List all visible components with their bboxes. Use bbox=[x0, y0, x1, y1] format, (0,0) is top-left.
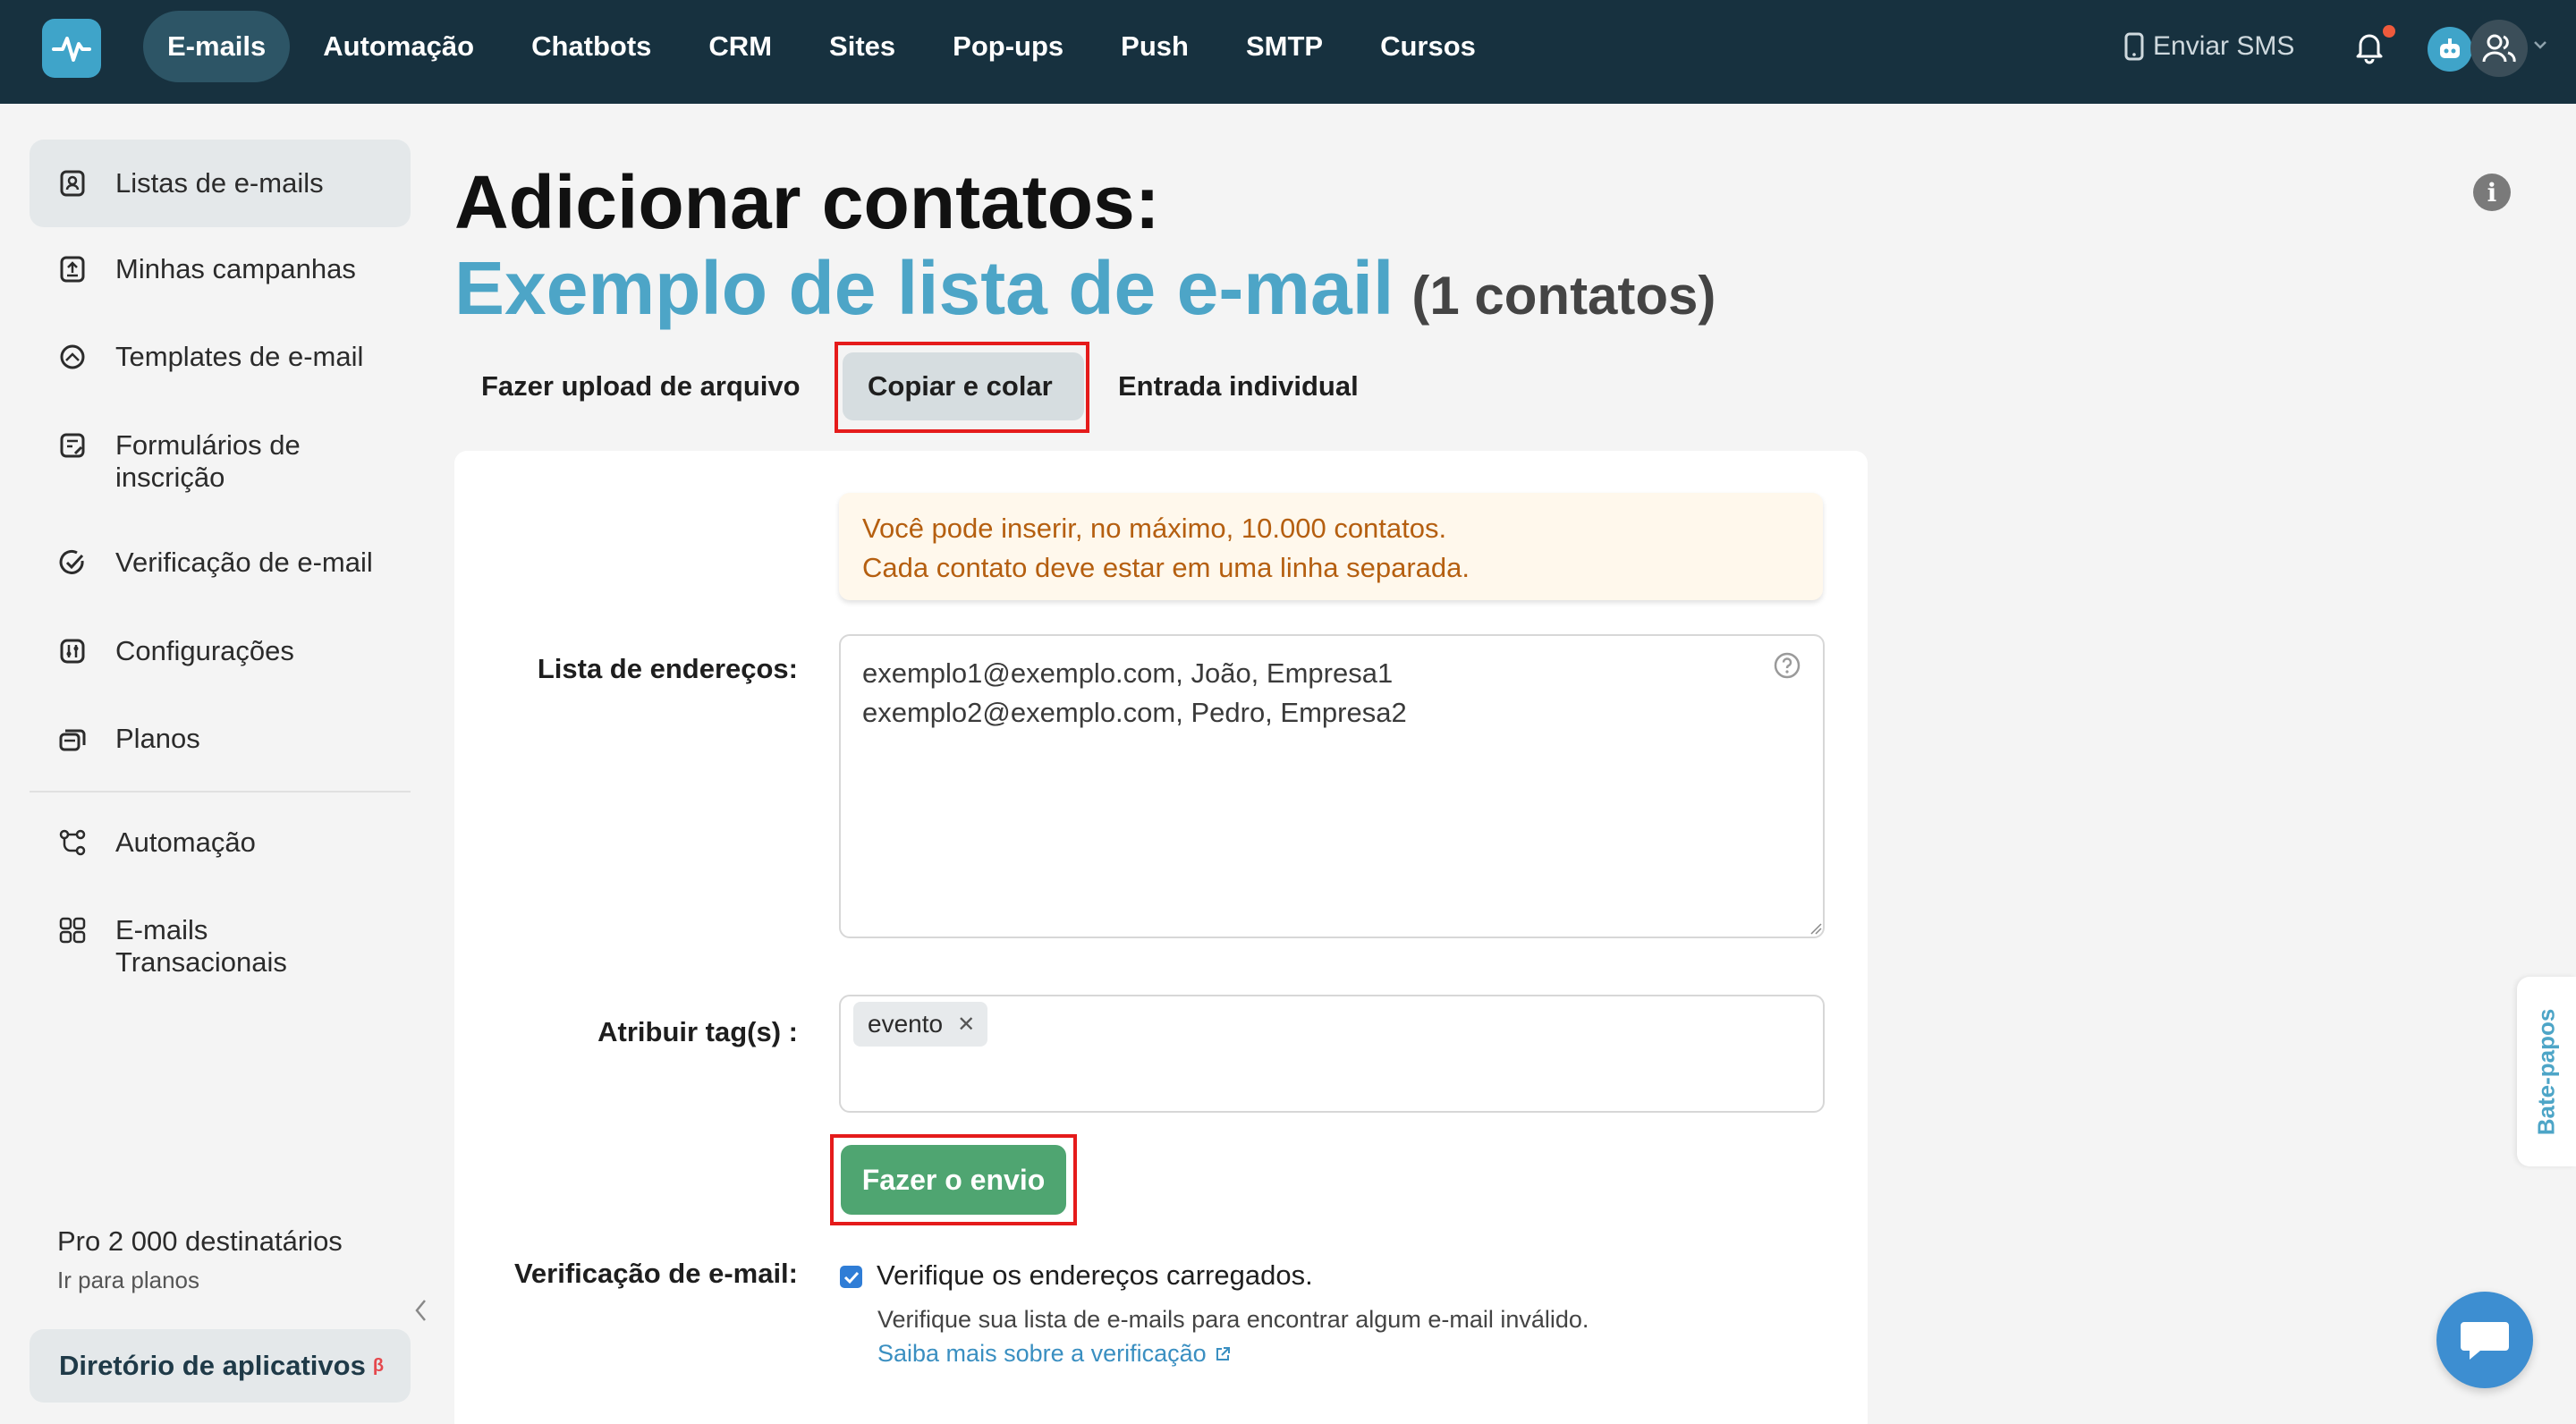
sidebar-item-label: Templates de e-mail bbox=[115, 341, 364, 372]
address-line-1: exemplo1@exemplo.com, João, Empresa1 bbox=[862, 657, 1394, 689]
verification-label: Verificação de e-mail: bbox=[513, 1258, 798, 1289]
address-line-2: exemplo2@exemplo.com, Pedro, Empresa2 bbox=[862, 697, 1407, 728]
page-title: Adicionar contatos: bbox=[454, 160, 1160, 244]
resize-handle-icon[interactable] bbox=[1809, 922, 1822, 935]
campaign-upload-icon bbox=[56, 253, 89, 285]
main-nav: E-mails Automação Chatbots CRM Sites Pop… bbox=[143, 11, 1509, 82]
remove-tag-close-icon[interactable]: ✕ bbox=[957, 1012, 975, 1038]
automation-icon bbox=[56, 826, 89, 859]
sidebar-item-label: Minhas campanhas bbox=[115, 253, 356, 284]
sidebar-item-label: Formulários de inscrição bbox=[115, 429, 301, 493]
sidebar-item-label: Verificação de e-mail bbox=[115, 547, 373, 578]
info-icon[interactable]: i bbox=[2473, 174, 2511, 211]
addresses-label: Lista de endereços: bbox=[537, 653, 798, 684]
verify-checkbox-label[interactable]: Verifique os endereços carregados. bbox=[877, 1259, 1313, 1292]
list-name-link[interactable]: Exemplo de lista de e-mail bbox=[454, 246, 1394, 330]
nav-chatbots[interactable]: Chatbots bbox=[507, 11, 675, 82]
nav-smtp[interactable]: SMTP bbox=[1222, 11, 1347, 82]
chevron-down-icon[interactable] bbox=[2533, 39, 2547, 50]
nav-popups[interactable]: Pop-ups bbox=[928, 11, 1088, 82]
sidebar-item-label: E-mails Transacionais bbox=[115, 914, 287, 978]
addresses-textarea[interactable]: exemplo1@exemplo.com, João, Empresa1 exe… bbox=[839, 634, 1825, 938]
phone-icon bbox=[2124, 32, 2144, 61]
tab-copy-paste[interactable]: Copiar e colar bbox=[843, 352, 1084, 420]
sidebar-item-transactional[interactable]: E-mails Transacionais bbox=[30, 914, 411, 979]
current-plan-text: Pro 2 000 destinatários bbox=[57, 1225, 343, 1257]
checkmark-icon bbox=[843, 1271, 859, 1284]
notice-line-2: Cada contato deve estar em uma linha sep… bbox=[862, 552, 1470, 583]
tag-chip: evento ✕ bbox=[853, 1002, 988, 1047]
sidebar-item-templates[interactable]: Templates de e-mail bbox=[30, 341, 411, 373]
sidebar-item-plans[interactable]: Planos bbox=[30, 723, 411, 755]
chats-tab-label: Bate-papos bbox=[2532, 1008, 2560, 1135]
submit-upload-button[interactable]: Fazer o envio bbox=[841, 1145, 1066, 1215]
verify-description: Verifique sua lista de e-mails para enco… bbox=[877, 1306, 1589, 1333]
sidebar-item-label: Listas de e-mails bbox=[115, 167, 324, 199]
tab-upload-file[interactable]: Fazer upload de arquivo bbox=[481, 352, 801, 420]
external-link-icon bbox=[1216, 1346, 1230, 1360]
nav-crm[interactable]: CRM bbox=[684, 11, 796, 82]
bot-icon[interactable] bbox=[2428, 27, 2472, 72]
tab-individual-entry[interactable]: Entrada individual bbox=[1118, 352, 1359, 420]
settings-icon bbox=[56, 635, 89, 667]
contact-count: (1 contatos) bbox=[1411, 266, 1716, 326]
learn-verification-label: Saiba mais sobre a verificação bbox=[877, 1340, 1207, 1367]
verify-checkbox[interactable] bbox=[840, 1266, 862, 1288]
sidebar-item-verification[interactable]: Verificação de e-mail bbox=[30, 547, 411, 579]
app-logo-icon[interactable] bbox=[42, 19, 101, 78]
chat-bubble-icon[interactable] bbox=[2436, 1292, 2533, 1388]
nav-sites[interactable]: Sites bbox=[805, 11, 919, 82]
sidebar: Listas de e-mails Minhas campanhas Templ… bbox=[0, 104, 429, 1424]
nav-automacao[interactable]: Automação bbox=[299, 11, 498, 82]
sidebar-divider bbox=[30, 791, 411, 793]
sidebar-item-label: Planos bbox=[115, 723, 200, 754]
template-icon bbox=[56, 341, 89, 373]
check-circle-icon bbox=[56, 547, 89, 579]
sidebar-item-label: Automação bbox=[115, 826, 256, 858]
sidebar-item-settings[interactable]: Configurações bbox=[30, 635, 411, 667]
list-title: Exemplo de lista de e-mail (1 contatos) bbox=[454, 243, 1716, 355]
sidebar-item-email-lists[interactable]: Listas de e-mails bbox=[30, 140, 411, 227]
tags-label: Atribuir tag(s) : bbox=[597, 1016, 798, 1047]
sidebar-item-automation[interactable]: Automação bbox=[30, 826, 411, 859]
send-sms-link[interactable]: Enviar SMS bbox=[2124, 25, 2294, 68]
collapse-sidebar-chevron-icon[interactable] bbox=[413, 1297, 429, 1324]
limit-notice: Você pode inserir, no máximo, 10.000 con… bbox=[839, 493, 1823, 600]
plans-icon bbox=[56, 723, 89, 755]
nav-push[interactable]: Push bbox=[1097, 11, 1213, 82]
app-directory-label: Diretório de aplicativos bbox=[59, 1350, 366, 1381]
app-directory-button[interactable]: Diretório de aplicativos β bbox=[30, 1329, 411, 1403]
contacts-icon bbox=[56, 167, 89, 199]
learn-verification-link[interactable]: Saiba mais sobre a verificação bbox=[877, 1340, 1232, 1368]
nav-emails[interactable]: E-mails bbox=[143, 11, 291, 82]
sidebar-item-campaigns[interactable]: Minhas campanhas bbox=[30, 253, 411, 285]
user-avatar-icon[interactable] bbox=[2470, 20, 2528, 77]
question-help-icon[interactable] bbox=[1773, 651, 1801, 680]
beta-mark: β bbox=[372, 1355, 385, 1376]
sidebar-item-forms[interactable]: Formulários de inscrição bbox=[30, 429, 411, 494]
go-to-plans-link[interactable]: Ir para planos bbox=[57, 1267, 199, 1294]
send-sms-label: Enviar SMS bbox=[2153, 31, 2295, 61]
tag-chip-label: evento bbox=[868, 1010, 944, 1038]
chats-side-tab[interactable]: Bate-papos bbox=[2517, 977, 2576, 1166]
top-navigation-bar: E-mails Automação Chatbots CRM Sites Pop… bbox=[0, 0, 2576, 104]
sidebar-item-label: Configurações bbox=[115, 635, 294, 666]
form-icon bbox=[56, 429, 89, 462]
grid-icon bbox=[56, 914, 89, 946]
notice-line-1: Você pode inserir, no máximo, 10.000 con… bbox=[862, 513, 1447, 544]
notification-dot bbox=[2383, 25, 2395, 38]
nav-cursos[interactable]: Cursos bbox=[1356, 11, 1500, 82]
